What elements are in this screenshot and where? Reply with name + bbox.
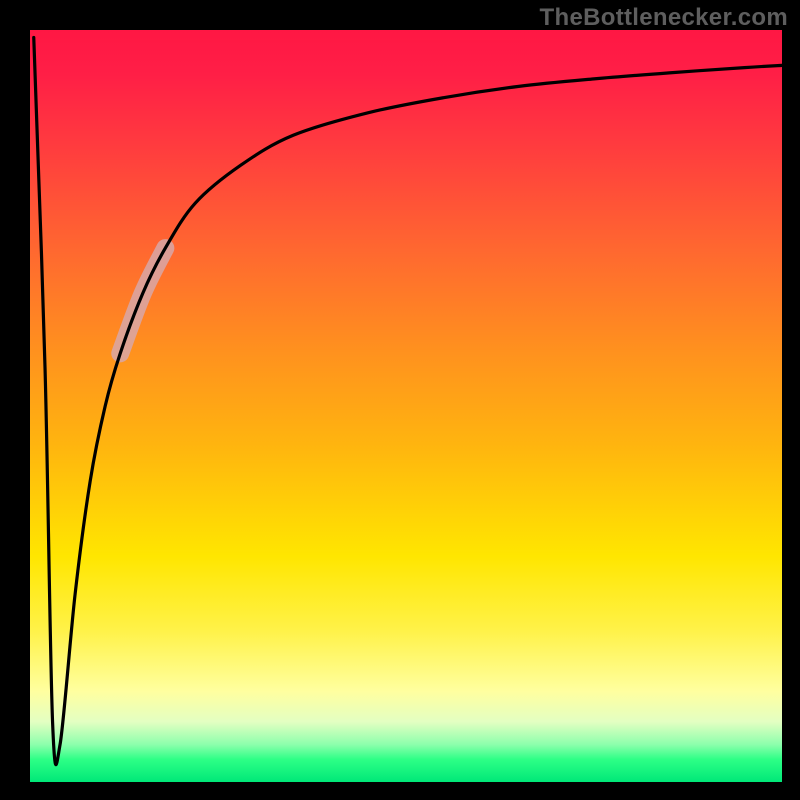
watermark-text: TheBottlenecker.com [540,4,788,32]
bottleneck-curve-path [34,38,782,765]
chart-frame: TheBottlenecker.com [0,0,800,800]
curve-layer [30,30,782,782]
plot-area [30,30,782,782]
